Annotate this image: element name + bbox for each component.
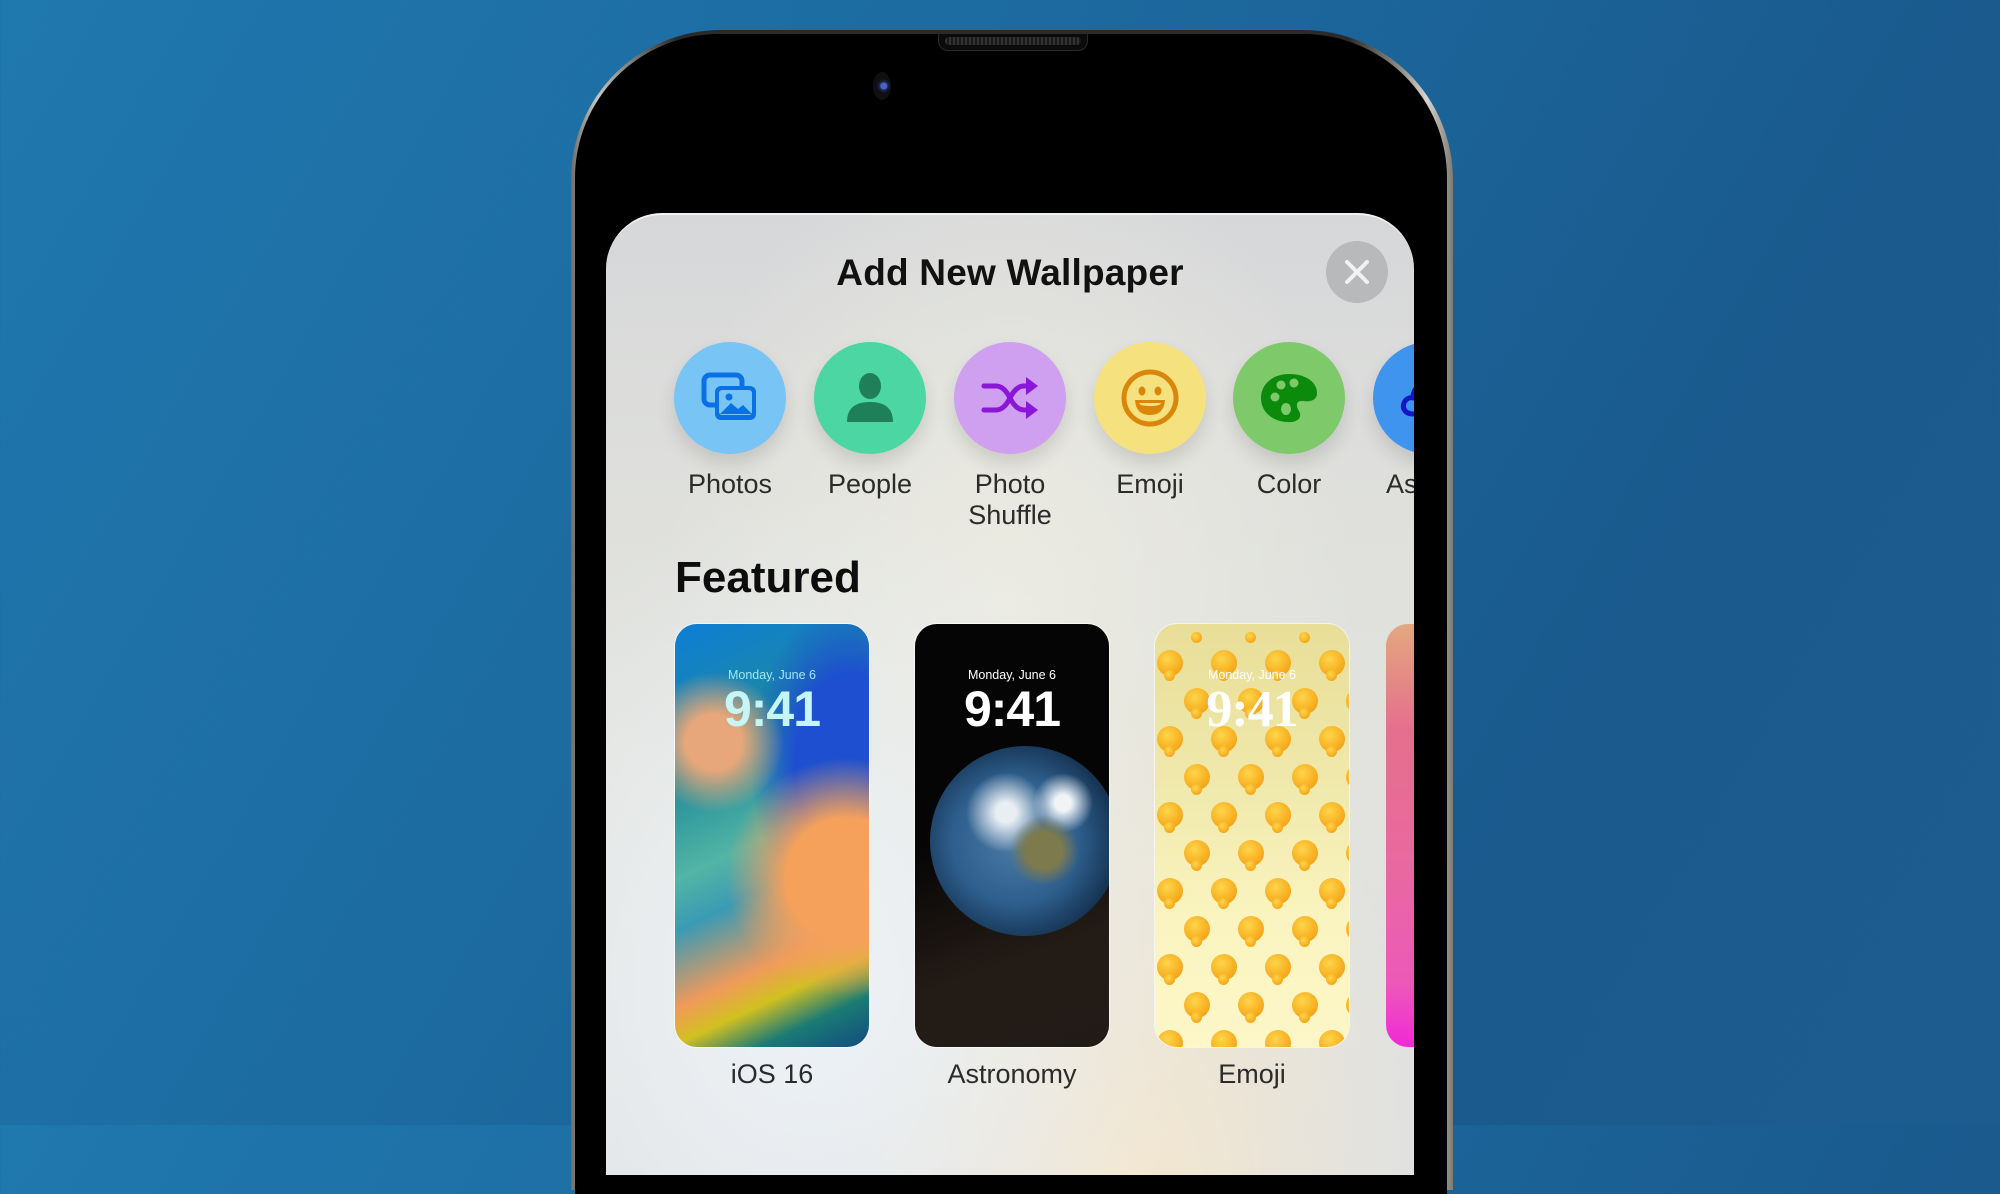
wallpaper-astronomy[interactable]: Monday, June 6 9:41: [915, 624, 1109, 1047]
wallpaper-emoji[interactable]: Monday, June 6 9:41: [1155, 624, 1349, 1047]
emoji-face-small: [1272, 974, 1283, 985]
emoji-face-small: [1191, 1012, 1202, 1023]
emoji-face-small: [1326, 974, 1337, 985]
category-people-circle: [814, 342, 926, 454]
emoji-face-small: [1299, 1012, 1310, 1023]
earth-globe: [930, 746, 1109, 936]
emoji-face: [1346, 764, 1349, 790]
emoji-face-small: [1218, 974, 1229, 985]
emoji-face-small: [1218, 898, 1229, 909]
category-astronomy[interactable]: Ast: [1364, 342, 1414, 500]
emoji-face-small: [1218, 822, 1229, 833]
category-label: People: [827, 469, 913, 499]
person-icon: [847, 373, 893, 422]
category-color-circle: [1233, 342, 1345, 454]
wallpaper-label: Emoji: [1218, 1059, 1286, 1089]
category-photos[interactable]: Photos: [665, 342, 795, 500]
wallpaper-label: iOS 16: [730, 1059, 814, 1089]
emoji-face: [1265, 1030, 1291, 1047]
emoji-face-small: [1164, 974, 1175, 985]
photos-icon: [701, 372, 756, 420]
category-photo-shuffle[interactable]: Photo Shuffle: [945, 342, 1075, 531]
category-label: Ast: [1386, 469, 1414, 499]
emoji-face-small: [1272, 746, 1283, 757]
lockscreen-time: 9:41: [963, 681, 1061, 737]
emoji-face-small: [1245, 936, 1256, 947]
emoji-face-small: [1299, 936, 1310, 947]
emoji-face-small: [1191, 632, 1202, 643]
emoji-face: [1346, 840, 1349, 866]
sheet-title: Add New Wallpaper: [836, 252, 1184, 293]
emoji-face-small: [1164, 898, 1175, 909]
emoji-face-small: [1272, 898, 1283, 909]
emoji-face: [1319, 1030, 1345, 1047]
emoji-face-small: [1191, 784, 1202, 795]
close-icon: [1345, 260, 1369, 284]
emoji-face-small: [1245, 860, 1256, 871]
emoji-face-small: [1245, 784, 1256, 795]
wallpaper-ios16[interactable]: Monday, June 6 9:41: [675, 624, 869, 1047]
close-button[interactable]: [1326, 241, 1388, 303]
add-wallpaper-sheet: Add New Wallpaper Photos People Photo Sh…: [606, 213, 1414, 1175]
lockscreen-time: 9:41: [1206, 681, 1298, 738]
category-people[interactable]: People: [805, 342, 935, 500]
emoji-face-small: [1326, 898, 1337, 909]
palette-icon: [1261, 374, 1317, 423]
category-photos-circle: [674, 342, 786, 454]
category-label: Color: [1256, 469, 1322, 499]
emoji-face-small: [1299, 632, 1310, 643]
emoji-face-small: [1191, 936, 1202, 947]
emoji-face: [1346, 992, 1349, 1018]
emoji-face-small: [1164, 746, 1175, 757]
emoji-face-small: [1326, 746, 1337, 757]
category-emoji-circle: [1094, 342, 1206, 454]
emoji-face-small: [1218, 746, 1229, 757]
emoji-face-small: [1191, 860, 1202, 871]
emoji-face-small: [1299, 784, 1310, 795]
emoji-face-small: [1299, 860, 1310, 871]
emoji-face-small: [1164, 822, 1175, 833]
category-photo-shuffle-circle: [954, 342, 1066, 454]
category-label: Emoji: [1116, 469, 1184, 499]
front-camera: [873, 72, 891, 100]
category-label-line2: Shuffle: [968, 500, 1052, 530]
featured-heading: Featured: [675, 553, 861, 602]
emoji-face: [1157, 1030, 1183, 1047]
emoji-face-small: [1326, 822, 1337, 833]
shuffle-icon: [981, 377, 1038, 419]
category-label-line1: Photo: [974, 469, 1046, 499]
emoji-face: [1211, 1030, 1237, 1047]
emoji-face-small: [1245, 632, 1256, 643]
category-label: Photos: [687, 469, 773, 499]
cloud-icon: [1400, 387, 1414, 417]
lockscreen-time: 9:41: [723, 681, 821, 737]
category-color[interactable]: Color: [1224, 342, 1354, 500]
category-emoji[interactable]: Emoji: [1085, 342, 1215, 500]
wallpaper-label: Astronomy: [947, 1059, 1077, 1089]
smiley-icon: [1121, 369, 1179, 427]
emoji-face-small: [1245, 1012, 1256, 1023]
wallpaper-gradient-partial[interactable]: [1386, 624, 1414, 1047]
emoji-face-small: [1272, 822, 1283, 833]
earpiece-speaker: [938, 34, 1088, 51]
category-astronomy-circle: [1373, 342, 1414, 454]
category-label: Photo Shuffle: [945, 469, 1075, 531]
emoji-face: [1346, 916, 1349, 942]
